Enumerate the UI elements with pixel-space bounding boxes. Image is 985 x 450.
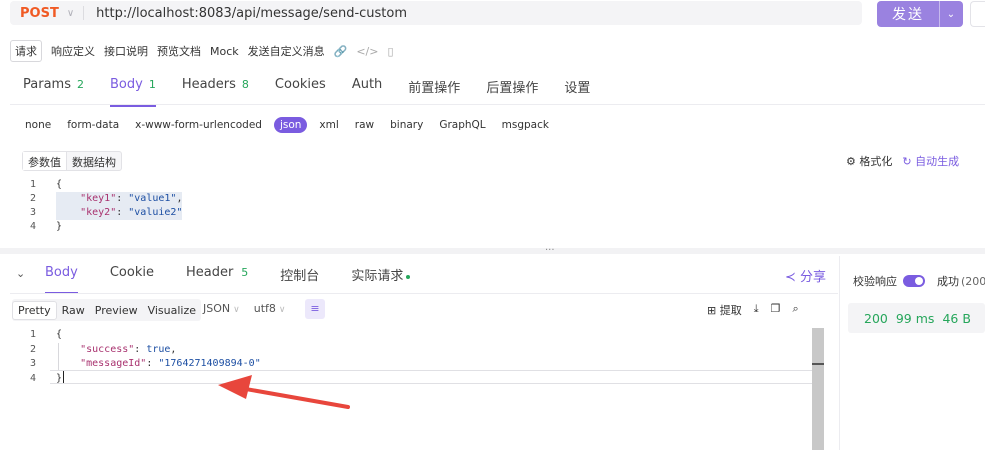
validate-label: 校验响应 [853, 275, 897, 288]
response-size: 46 B [942, 310, 971, 326]
annotation-arrow [218, 375, 350, 409]
response-time: 99 ms [895, 310, 935, 326]
arrow-head [218, 375, 252, 399]
validate-code: (200) [961, 274, 985, 288]
response-status: 200 99 ms 46 B [848, 303, 985, 333]
validate-toggle[interactable] [903, 275, 925, 287]
status-code: 200 [864, 310, 888, 326]
validate-response: 校验响应 成功 (200) [853, 273, 985, 289]
divider [839, 256, 840, 450]
arrow-shaft [238, 386, 350, 409]
validate-result: 成功 [937, 275, 959, 288]
